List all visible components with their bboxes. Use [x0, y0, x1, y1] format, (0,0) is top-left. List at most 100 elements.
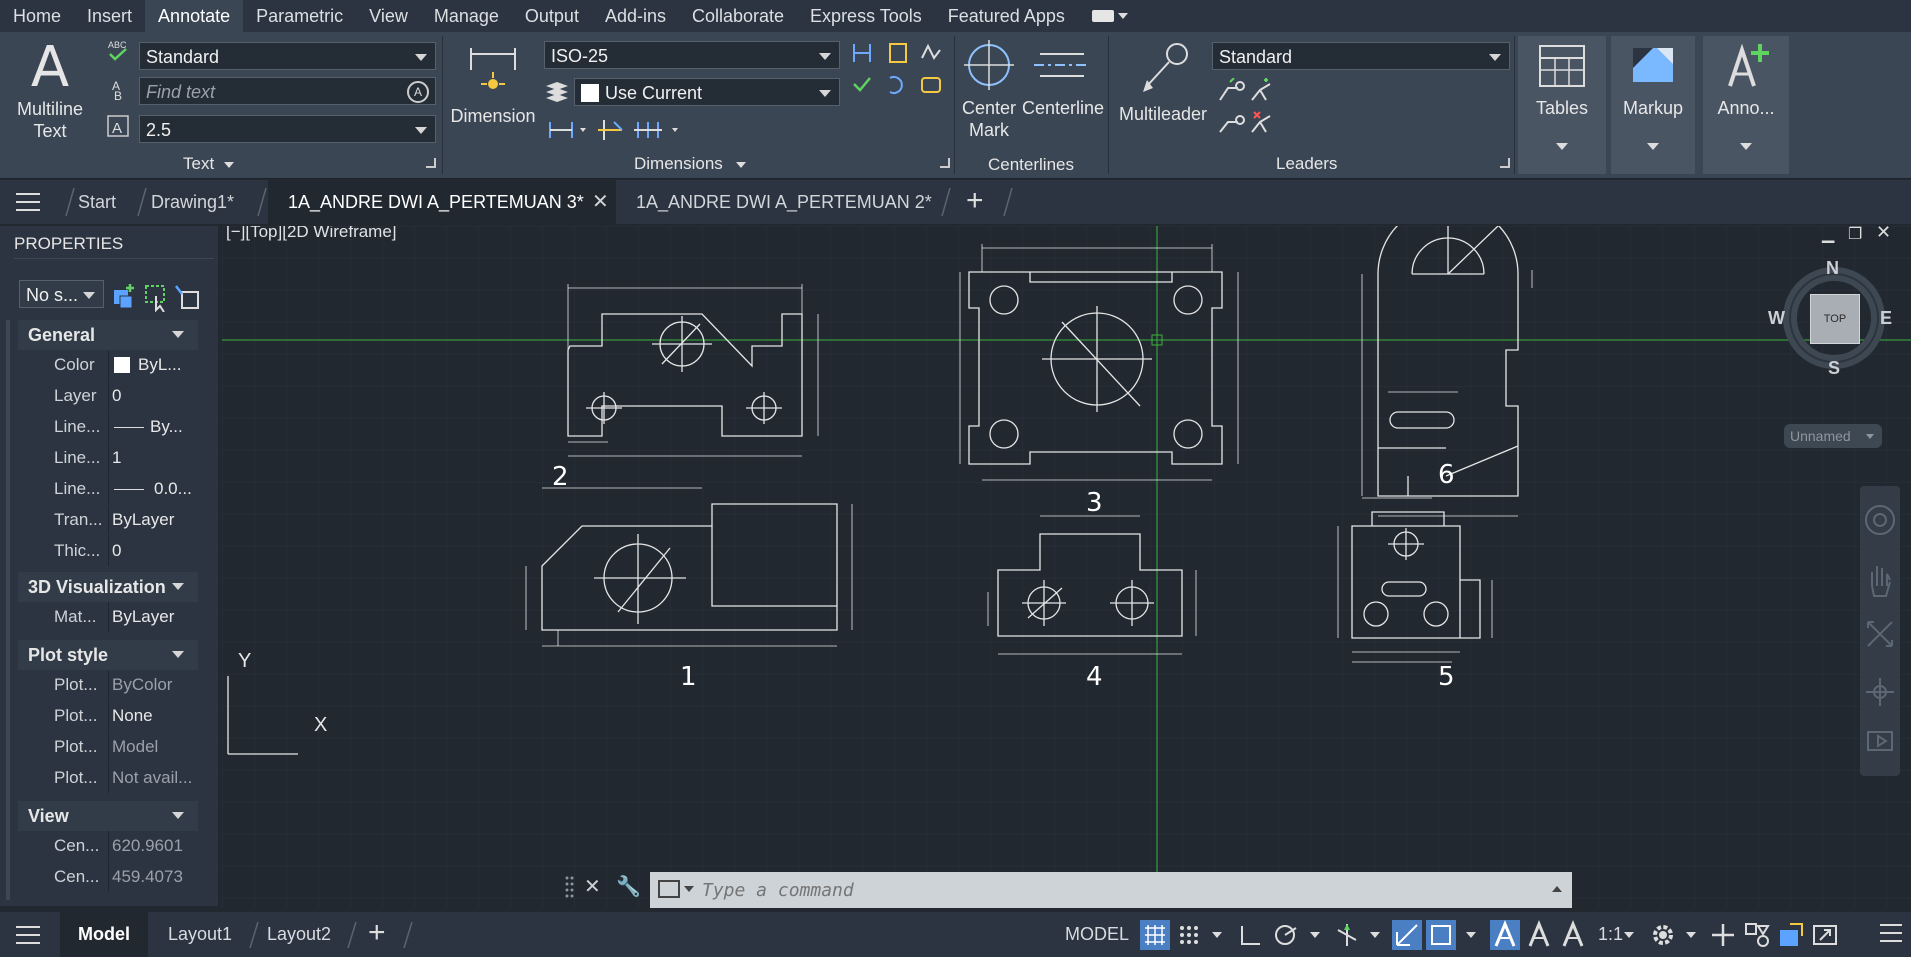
drawing-viewport[interactable]: 2 3 6 1 4 5 [−][Top][2D Wireframe] Y X ▁… — [222, 226, 1911, 908]
command-prompt-icon[interactable] — [658, 880, 680, 898]
palette-scrollbar[interactable] — [6, 320, 10, 900]
menu-annotate[interactable]: Annotate — [145, 0, 244, 32]
menu-view[interactable]: View — [356, 0, 421, 32]
prop-row-plot-attached[interactable]: Plot... Model — [18, 732, 198, 762]
prop-row-material[interactable]: Mat... ByLayer — [18, 602, 198, 632]
search-icon[interactable]: A — [407, 81, 429, 103]
dimension-edit-tools[interactable] — [850, 40, 946, 149]
prop-row-plot-type[interactable]: Plot... Not avail... — [18, 763, 198, 793]
section-3d-visualization[interactable]: 3D Visualization — [18, 572, 198, 602]
selection-select[interactable]: No s... — [19, 280, 104, 308]
command-line[interactable] — [650, 872, 1572, 908]
chevron-down-icon[interactable] — [1624, 932, 1634, 938]
menu-manage[interactable]: Manage — [421, 0, 512, 32]
annotation-scale-icon[interactable] — [1558, 920, 1588, 950]
annotation-scale-value[interactable]: 1:1 — [1598, 912, 1623, 957]
text-height-select[interactable]: 2.5 — [139, 115, 436, 143]
section-general[interactable]: General — [18, 320, 198, 350]
chevron-up-icon[interactable] — [1552, 886, 1562, 892]
prop-row-linetype[interactable]: Line... By... — [18, 412, 198, 442]
menu-insert[interactable]: Insert — [74, 0, 145, 32]
dialog-launcher-icon[interactable] — [940, 158, 950, 168]
gear-icon[interactable] — [1648, 920, 1678, 950]
ortho-mode-icon[interactable] — [1236, 920, 1266, 950]
auto-scale-icon[interactable] — [1524, 920, 1554, 950]
ucs-menu[interactable]: Unnamed — [1784, 424, 1882, 448]
object-snap-tracking-icon[interactable] — [1392, 920, 1422, 950]
prop-row-layer[interactable]: Layer 0 — [18, 381, 198, 411]
drawing-canvas[interactable] — [222, 226, 1911, 908]
chevron-down-icon[interactable] — [1117, 13, 1128, 19]
selection-tools[interactable] — [112, 282, 204, 312]
prop-row-linetype-scale[interactable]: Line... 1 — [18, 443, 198, 473]
snap-mode-icon[interactable] — [1174, 920, 1204, 950]
prop-row-center-x[interactable]: Cen... 620.9601 — [18, 831, 198, 861]
compass-east[interactable]: E — [1880, 308, 1892, 329]
chevron-down-icon[interactable] — [1212, 932, 1222, 938]
multileader-style-select[interactable]: Standard — [1212, 42, 1510, 70]
viewport-controls-label[interactable]: [−][Top][2D Wireframe] — [226, 226, 397, 242]
object-snap-icon[interactable] — [1426, 920, 1456, 950]
menu-addins[interactable]: Add-ins — [592, 0, 679, 32]
compass-north[interactable]: N — [1826, 258, 1839, 279]
chevron-down-icon[interactable] — [684, 886, 694, 892]
prop-row-plot-table[interactable]: Plot... None — [18, 701, 198, 731]
section-plot-style[interactable]: Plot style — [18, 640, 198, 670]
section-view[interactable]: View — [18, 801, 198, 831]
center-mark-button[interactable]: Center Mark — [958, 38, 1020, 141]
find-text-input[interactable]: Find text A — [139, 77, 436, 105]
text-panel-label[interactable]: Text — [183, 154, 214, 174]
dimension-style-select[interactable]: ISO-25 — [544, 41, 840, 69]
prop-row-thickness[interactable]: Thic... 0 — [18, 536, 198, 566]
tables-button[interactable]: Tables — [1518, 36, 1606, 174]
plus-icon[interactable] — [1708, 920, 1738, 950]
isolate-objects-icon[interactable] — [1742, 920, 1772, 950]
spell-check-icon[interactable]: ABC — [106, 38, 132, 64]
grid-toggle-icon[interactable] — [1140, 920, 1170, 950]
command-grip-icon[interactable] — [563, 872, 577, 902]
multileader-button[interactable]: Multileader — [1116, 40, 1210, 125]
menu-collaborate[interactable]: Collaborate — [679, 0, 797, 32]
chevron-down-icon[interactable] — [1370, 932, 1380, 938]
prop-row-transparency[interactable]: Tran... ByLayer — [18, 505, 198, 535]
command-input[interactable] — [700, 876, 1524, 904]
wrench-icon[interactable]: 🔧 — [616, 874, 641, 899]
prop-row-color[interactable]: Color ByL... — [18, 350, 198, 380]
isodraft-icon[interactable] — [1332, 920, 1362, 950]
menu-parametric[interactable]: Parametric — [243, 0, 356, 32]
view-cube-top-face[interactable]: TOP — [1810, 294, 1860, 344]
dimension-layer-select[interactable]: Use Current — [574, 78, 840, 106]
chevron-down-icon[interactable] — [224, 162, 234, 168]
workspace-toggle-icon[interactable] — [1091, 10, 1114, 22]
close-icon[interactable]: ✕ — [584, 874, 601, 899]
dialog-launcher-icon[interactable] — [1500, 158, 1510, 168]
text-style-select[interactable]: Standard — [139, 42, 436, 70]
markup-button[interactable]: Markup — [1611, 36, 1695, 174]
prop-row-lineweight[interactable]: Line... 0.0... — [18, 474, 198, 504]
compass-south[interactable]: S — [1828, 358, 1840, 379]
menu-output[interactable]: Output — [512, 0, 592, 32]
model-space-toggle[interactable]: MODEL — [1065, 912, 1129, 957]
menu-express-tools[interactable]: Express Tools — [797, 0, 935, 32]
chevron-down-icon[interactable] — [1686, 932, 1696, 938]
customize-menu-icon[interactable] — [1880, 924, 1902, 942]
restore-icon[interactable]: ❐ — [1848, 226, 1862, 244]
view-cube[interactable]: TOP N S E W — [1768, 258, 1894, 379]
close-icon[interactable]: ✕ — [1876, 226, 1891, 243]
minimize-icon[interactable]: ▁ — [1822, 226, 1834, 244]
annotation-scaling-button[interactable]: Anno... — [1703, 36, 1789, 174]
chevron-down-icon[interactable] — [1310, 932, 1320, 938]
prop-row-center-y[interactable]: Cen... 459.4073 — [18, 862, 198, 892]
fullscreen-icon[interactable] — [1810, 920, 1840, 950]
dialog-launcher-icon[interactable] — [426, 158, 436, 168]
centerline-button[interactable]: Centerline — [1022, 38, 1104, 119]
compass-west[interactable]: W — [1768, 308, 1785, 329]
leader-tools[interactable] — [1216, 77, 1276, 147]
menu-home[interactable]: Home — [0, 0, 74, 32]
menu-featured-apps[interactable]: Featured Apps — [935, 0, 1078, 32]
dimensions-panel-label[interactable]: Dimensions — [634, 154, 723, 174]
annotation-visibility-icon[interactable] — [1490, 920, 1520, 950]
chevron-down-icon[interactable] — [736, 162, 746, 168]
chevron-down-icon[interactable] — [1466, 932, 1476, 938]
prop-row-plot-style[interactable]: Plot... ByColor — [18, 670, 198, 700]
